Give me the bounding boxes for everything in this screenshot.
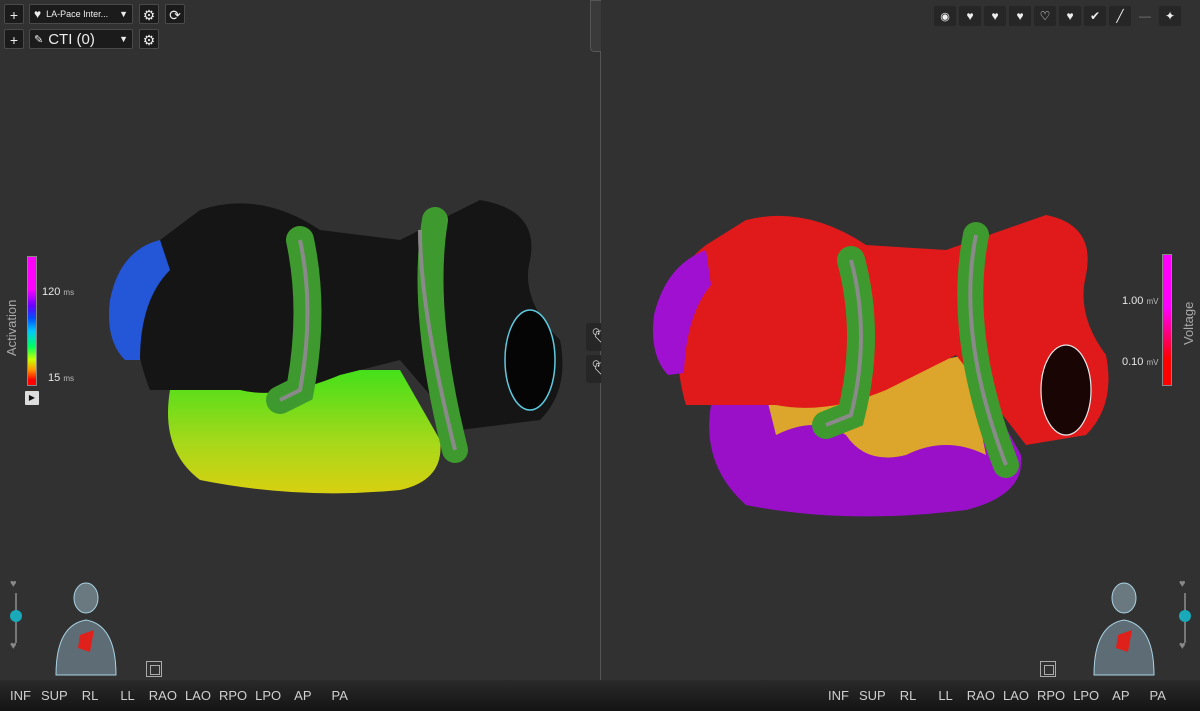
ruler-icon[interactable]: ╱ (1109, 6, 1131, 26)
chevron-down-icon: ▼ (119, 34, 128, 44)
heart-outline-icon[interactable]: ♡ (1034, 6, 1056, 26)
view-ll[interactable]: LL (938, 688, 952, 703)
add-catheter-button[interactable]: + (4, 29, 24, 49)
heart-left-icon[interactable]: ♥ (959, 6, 981, 26)
scale-title: Voltage (1181, 301, 1196, 345)
catheter-settings-button[interactable]: ⚙ (139, 29, 159, 49)
target-icon[interactable]: ◉ (934, 6, 956, 26)
layers-icon[interactable] (146, 661, 162, 677)
heart-right-icon[interactable]: ♥ (984, 6, 1006, 26)
view-rao[interactable]: RAO (967, 688, 995, 703)
satellite-icon[interactable]: ✦ (1159, 6, 1181, 26)
scale-low-unit: mV (1146, 358, 1159, 367)
scale-high-unit: mV (1146, 297, 1159, 306)
opacity-slider-knob[interactable] (10, 610, 22, 622)
catheter-select[interactable]: ✎ CTI (0) ▼ (29, 29, 133, 49)
voltage-color-scale (1162, 254, 1172, 386)
left-view-buttons: INF SUP RL LL RAO LAO RPO LPO AP PA (10, 688, 348, 703)
voltage-heart-map[interactable] (646, 205, 1146, 525)
view-inf[interactable]: INF (828, 688, 849, 703)
view-rpo[interactable]: RPO (219, 688, 247, 703)
play-icon: ▶ (28, 393, 36, 402)
view-lao[interactable]: LAO (185, 688, 211, 703)
view-inf[interactable]: INF (10, 688, 31, 703)
scale-high-value: 1.00 (1122, 295, 1144, 307)
map-select-value: LA-Pace Inter... (46, 9, 109, 19)
body-orientation-icon (1093, 582, 1155, 676)
map-select[interactable]: ♥ LA-Pace Inter... ▼ (29, 4, 133, 24)
view-sup[interactable]: SUP (41, 688, 68, 703)
view-rl[interactable]: RL (82, 688, 99, 703)
view-pa[interactable]: PA (332, 688, 348, 703)
view-lpo[interactable]: LPO (1073, 688, 1099, 703)
scale-high-value: 120 (42, 286, 61, 298)
play-button[interactable]: ▶ (25, 391, 39, 405)
view-lpo[interactable]: LPO (255, 688, 281, 703)
right-map-pane[interactable]: ◉ ♥ ♥ ♥ ♡ ♥ ✔ ╱ — ✦ 1.00 mV 0.10 mV Volt… (601, 0, 1200, 711)
heart-lock-icon[interactable]: ♥ (1009, 6, 1031, 26)
view-ap[interactable]: AP (1112, 688, 1129, 703)
view-ll[interactable]: LL (120, 688, 134, 703)
view-pa[interactable]: PA (1150, 688, 1166, 703)
add-map-button[interactable]: + (4, 4, 24, 24)
catheter-icon: ✎ (34, 33, 44, 46)
left-map-pane[interactable]: + ♥ LA-Pace Inter... ▼ ⚙ ⟳ + ✎ CTI (0) ▼… (0, 0, 600, 711)
heart-icon: ♥ (34, 7, 42, 21)
scale-title: Activation (4, 299, 19, 356)
vein-ostium (504, 309, 556, 411)
layers-icon[interactable] (1040, 661, 1056, 677)
scale-high-unit: ms (63, 288, 75, 297)
scale-high-label: 1.00 mV (1122, 295, 1158, 307)
heart-small-icon: ♥ (10, 640, 17, 652)
scale-low-label: 15 ms (48, 372, 74, 384)
heart-small-icon: ♥ (1179, 640, 1186, 652)
view-rpo[interactable]: RPO (1037, 688, 1065, 703)
activation-color-scale (27, 256, 37, 386)
map-toolbar: ◉ ♥ ♥ ♥ ♡ ♥ ✔ ╱ — ✦ (934, 6, 1181, 26)
scale-low-value: 15 (48, 372, 61, 384)
view-rl[interactable]: RL (900, 688, 917, 703)
minimize-icon[interactable]: — (1134, 6, 1156, 26)
heart-icon: ♥ (10, 578, 17, 590)
view-rao[interactable]: RAO (149, 688, 177, 703)
map-settings-button[interactable]: ⚙ (139, 4, 159, 24)
gear-icon: ⚙ (142, 32, 156, 48)
activation-heart-map[interactable] (100, 190, 580, 510)
chevron-down-icon: ▼ (119, 9, 128, 19)
refresh-icon: ⟳ (169, 7, 181, 23)
heart-fill-icon[interactable]: ♥ (1059, 6, 1081, 26)
view-lao[interactable]: LAO (1003, 688, 1029, 703)
view-ap[interactable]: AP (294, 688, 311, 703)
opacity-slider-knob[interactable] (1179, 610, 1191, 622)
heart-icon: ♥ (1179, 578, 1186, 590)
scale-high-label: 120 ms (42, 286, 74, 298)
catheter-select-value: CTI (0) (48, 30, 95, 48)
scale-low-value: 0.10 (1122, 356, 1144, 368)
heart-check-icon[interactable]: ✔ (1084, 6, 1106, 26)
gear-icon: ⚙ (142, 7, 156, 23)
body-orientation-icon (55, 582, 117, 676)
scale-low-label: 0.10 mV (1122, 356, 1158, 368)
reload-button[interactable]: ⟳ (165, 4, 185, 24)
vein-ostium (1040, 344, 1092, 436)
scale-low-unit: ms (63, 374, 74, 383)
view-sup[interactable]: SUP (859, 688, 886, 703)
right-view-buttons: INF SUP RL LL RAO LAO RPO LPO AP PA (828, 688, 1166, 703)
